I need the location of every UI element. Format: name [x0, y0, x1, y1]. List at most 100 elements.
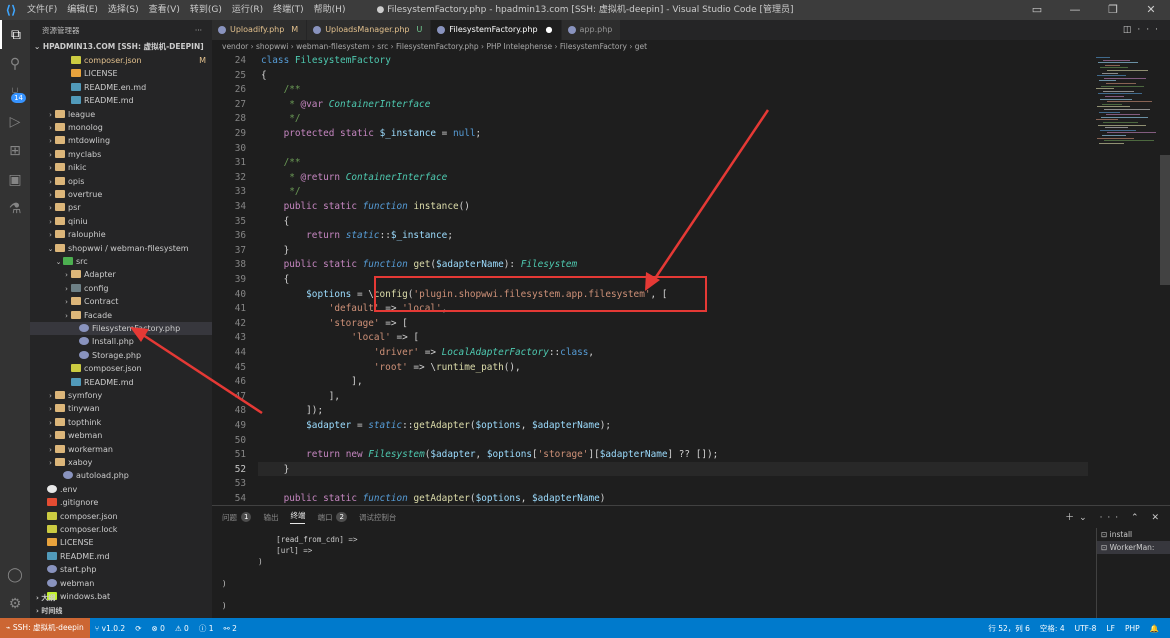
tree-item[interactable]: Storage.php — [30, 349, 212, 362]
tree-item[interactable]: FilesystemFactory.php — [30, 322, 212, 336]
tree-item[interactable]: composer.json — [30, 510, 212, 523]
tree-item[interactable]: composer.json M — [30, 54, 212, 67]
run-debug-icon[interactable]: ▷ — [0, 107, 30, 136]
code-line[interactable]: */ — [261, 185, 300, 200]
account-icon[interactable]: ◯ — [0, 560, 30, 589]
tree-item[interactable]: › opis — [30, 175, 212, 188]
code-line[interactable]: ], — [261, 390, 340, 405]
tree-item[interactable]: › webman — [30, 429, 212, 442]
tab-status[interactable]: U — [417, 20, 423, 40]
editor-more-icon[interactable]: ··· — [1137, 25, 1164, 35]
tree-item[interactable]: webman — [30, 577, 212, 590]
tree-item[interactable]: › Facade — [30, 309, 212, 322]
tree-item[interactable]: .env — [30, 483, 212, 496]
encoding[interactable]: UTF-8 — [1070, 624, 1102, 633]
code-line[interactable]: ], — [261, 375, 362, 390]
code-line[interactable]: return new Filesystem($adapter, $options… — [261, 448, 718, 463]
panel-tab[interactable]: 问题 1 — [222, 512, 252, 523]
code-line[interactable]: $adapter = static::getAdapter($options, … — [261, 419, 611, 434]
tree-item[interactable]: start.php — [30, 563, 212, 576]
tree-item[interactable]: › monolog — [30, 121, 212, 134]
tree-item[interactable]: › xaboy — [30, 456, 212, 469]
code-line[interactable]: * @return ContainerInterface — [261, 171, 447, 186]
menu-item[interactable]: 转到(G) — [185, 0, 227, 20]
terminal-instance[interactable]: ⊡ install — [1097, 528, 1170, 541]
menu-item[interactable]: 运行(R) — [227, 0, 268, 20]
code-line[interactable]: /** — [261, 156, 301, 171]
tree-item[interactable]: composer.json — [30, 362, 212, 375]
tab-status[interactable]: ● — [546, 20, 553, 40]
code-line[interactable]: ]); — [261, 404, 323, 419]
editor-tab[interactable]: app.php — [561, 20, 622, 40]
tree-item[interactable]: › Contract — [30, 295, 212, 308]
tree-item[interactable]: README.md — [30, 550, 212, 563]
minimize-icon[interactable]: — — [1056, 0, 1094, 20]
code-line[interactable]: { — [261, 215, 290, 230]
code-line[interactable]: 'root' => \runtime_path(), — [261, 361, 521, 376]
editor-tab[interactable]: FilesystemFactory.php ● — [431, 20, 562, 40]
search-icon[interactable]: ⚲ — [0, 49, 30, 78]
tree-item[interactable]: › qiniu — [30, 215, 212, 228]
warnings-count[interactable]: ⚠ 0 — [170, 624, 194, 633]
tree-item[interactable]: › config — [30, 282, 212, 295]
panel-tab[interactable]: 输出 — [263, 512, 278, 523]
tree-item[interactable]: composer.lock — [30, 523, 212, 536]
errors-count[interactable]: ⊗ 0 — [147, 624, 170, 633]
code-line[interactable]: */ — [261, 112, 300, 127]
remote-explorer-icon[interactable]: ▣ — [0, 165, 30, 194]
minimap[interactable] — [1092, 53, 1158, 505]
code-editor[interactable]: 24 class FilesystemFactory 25 {26 /** 27 * @… — [212, 53, 1092, 505]
menu-item[interactable]: 文件(F) — [22, 0, 62, 20]
tree-item[interactable]: README.en.md — [30, 81, 212, 94]
code-line[interactable]: $options = \config('plugin.shopwwi.files… — [261, 288, 667, 303]
code-line[interactable]: 'driver' => LocalAdapterFactory::class, — [261, 346, 594, 361]
code-line[interactable]: /** — [261, 83, 301, 98]
tree-item[interactable]: › symfony — [30, 389, 212, 402]
notifications-icon[interactable]: 🔔 — [1145, 624, 1164, 633]
tree-item[interactable]: › topthink — [30, 416, 212, 429]
tree-item[interactable]: › mtdowling — [30, 134, 212, 147]
language-mode[interactable]: PHP — [1120, 624, 1145, 633]
panel-more-icon[interactable]: ··· — [1100, 513, 1124, 523]
tree-item[interactable]: README.md — [30, 376, 212, 389]
tree-item[interactable]: autoload.php — [30, 469, 212, 482]
editor-scrollbar-thumb[interactable] — [1160, 155, 1170, 285]
info-count[interactable]: ⓘ 1 — [194, 623, 219, 634]
menu-item[interactable]: 选择(S) — [103, 0, 144, 20]
close-panel-icon[interactable]: ✕ — [1151, 513, 1164, 523]
menu-item[interactable]: 编辑(E) — [62, 0, 103, 20]
new-terminal-icon[interactable]: ＋⌄ — [1065, 513, 1092, 523]
tree-item[interactable]: › ralouphie — [30, 228, 212, 241]
explorer-icon[interactable]: ⧉ — [0, 20, 30, 49]
code-line[interactable]: } — [261, 244, 290, 259]
tree-item[interactable]: › Adapter — [30, 268, 212, 281]
tab-status[interactable]: M — [291, 20, 298, 40]
close-icon[interactable]: ✕ — [1132, 0, 1170, 20]
gear-icon[interactable]: ⚙ — [0, 589, 30, 618]
tree-item[interactable]: .gitignore — [30, 496, 212, 509]
code-line[interactable]: public static function get($adapterName)… — [261, 258, 578, 273]
line-ending[interactable]: LF — [1101, 624, 1120, 633]
maximize-panel-icon[interactable]: ⌃ — [1131, 513, 1144, 523]
tree-item[interactable]: ⌄ src — [30, 255, 212, 268]
tree-item[interactable]: › overtrue — [30, 188, 212, 201]
indentation[interactable]: 空格: 4 — [1035, 623, 1070, 634]
code-line[interactable]: return static::$_instance; — [261, 229, 453, 244]
outline-section[interactable]: › 大纲 — [30, 592, 212, 604]
breadcrumb[interactable]: vendor › shopwwi › webman-filesystem › s… — [212, 40, 1092, 53]
ports-count[interactable]: ⚯ 2 — [219, 624, 242, 633]
tree-item[interactable]: ⌄ shopwwi / webman-filesystem — [30, 242, 212, 255]
more-actions-icon[interactable]: ··· — [195, 26, 202, 35]
tree-item[interactable]: › myclabs — [30, 148, 212, 161]
split-editor-icon[interactable]: ◫ — [1123, 25, 1138, 35]
layout-icon[interactable]: ▭ — [1018, 0, 1056, 20]
terminal-output[interactable]: [read_from_cdn] => [url] => ) ) ) — [222, 534, 357, 611]
menu-item[interactable]: 查看(V) — [144, 0, 185, 20]
remote-indicator[interactable]: ⌁ SSH: 虚拟机-deepin — [0, 618, 90, 638]
editor-tab[interactable]: Uploadify.php M — [212, 20, 308, 40]
tree-item[interactable]: LICENSE — [30, 67, 212, 80]
tree-item[interactable]: Install.php — [30, 335, 212, 348]
tree-item[interactable]: › nikic — [30, 161, 212, 174]
editor-tab[interactable]: UploadsManager.php U — [307, 20, 432, 40]
source-control-icon[interactable]: ⑂14 — [0, 78, 30, 107]
